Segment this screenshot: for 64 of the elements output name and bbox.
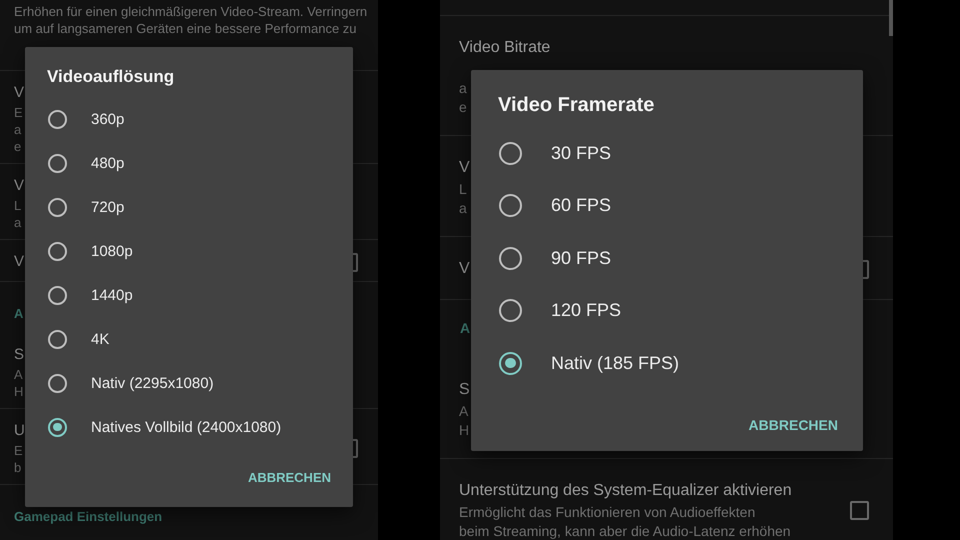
radio-option[interactable]: Natives Vollbild (2400x1080) bbox=[25, 405, 353, 449]
setting-description: Ermöglicht das Funktionieren von Audioeffekten bbox=[459, 503, 756, 522]
setting-description: H bbox=[459, 421, 470, 440]
radio-option[interactable]: Nativ (185 FPS) bbox=[471, 337, 863, 390]
setting-title: V bbox=[459, 259, 470, 279]
section-header: Gamepad Einstellungen bbox=[14, 509, 162, 524]
setting-description: b bbox=[14, 459, 22, 476]
radio-button[interactable] bbox=[499, 142, 522, 165]
setting-description: beim Streaming, kann aber die Audio-Latenz erhöhen bbox=[459, 522, 791, 540]
radio-option[interactable]: 4K bbox=[25, 317, 353, 361]
cancel-button[interactable]: ABBRECHEN bbox=[240, 462, 339, 493]
setting-title: U bbox=[14, 421, 25, 441]
radio-button[interactable] bbox=[499, 246, 522, 270]
dialog-title: Video Framerate bbox=[497, 93, 656, 118]
setting-title: V bbox=[14, 176, 24, 196]
cancel-button[interactable]: ABBRECHEN bbox=[740, 409, 846, 441]
setting-description: a bbox=[14, 121, 22, 138]
radio-option[interactable]: Nativ (2295x1080) bbox=[25, 361, 353, 405]
setting-title: V bbox=[14, 252, 24, 272]
radio-option[interactable]: 480p bbox=[25, 141, 353, 185]
setting-description: a bbox=[14, 214, 22, 231]
radio-option[interactable]: 1440p bbox=[25, 273, 353, 317]
setting-description: E bbox=[14, 104, 23, 121]
setting-title: Video Bitrate bbox=[459, 38, 550, 58]
setting-description: A bbox=[14, 366, 23, 383]
scrollbar bbox=[889, 0, 893, 36]
setting-description: H bbox=[14, 383, 24, 400]
radio-option[interactable]: 720p bbox=[25, 185, 353, 229]
setting-description: L bbox=[459, 180, 467, 199]
radio-button[interactable] bbox=[48, 330, 67, 348]
setting-title: V bbox=[459, 158, 470, 178]
radio-button[interactable] bbox=[48, 418, 67, 436]
radio-option[interactable]: 30 FPS bbox=[471, 127, 863, 180]
setting-title: S bbox=[459, 380, 470, 400]
radio-option[interactable]: 360p bbox=[25, 97, 353, 141]
setting-description: a bbox=[459, 79, 467, 98]
setting-description: E bbox=[14, 442, 23, 459]
radio-button[interactable] bbox=[499, 194, 522, 218]
radio-button[interactable] bbox=[48, 154, 67, 172]
radio-button[interactable] bbox=[48, 198, 67, 216]
setting-description: um auf langsameren Geräten eine bessere Performance zu bbox=[14, 20, 357, 37]
radio-option[interactable]: 60 FPS bbox=[471, 180, 863, 232]
radio-button[interactable] bbox=[48, 110, 67, 128]
setting-description: A bbox=[459, 402, 468, 421]
setting-title: S bbox=[14, 345, 24, 365]
radio-option[interactable]: 90 FPS bbox=[471, 232, 863, 284]
radio-button[interactable] bbox=[499, 299, 522, 322]
setting-description: e bbox=[14, 138, 22, 155]
radio-button[interactable] bbox=[48, 286, 67, 304]
radio-button[interactable] bbox=[499, 352, 522, 375]
radio-button[interactable] bbox=[48, 242, 67, 260]
checkbox[interactable] bbox=[850, 500, 869, 520]
setting-description: Erhöhen für einen gleichmäßigeren Video-Stream. Verringern bbox=[14, 3, 368, 20]
setting-description: a bbox=[459, 199, 467, 218]
setting-description: e bbox=[459, 98, 467, 117]
radio-option[interactable]: 120 FPS bbox=[471, 284, 863, 337]
setting-title: Unterstützung des System-Equalizer aktivieren bbox=[459, 481, 792, 501]
section-header: A bbox=[14, 306, 24, 321]
setting-title: V bbox=[14, 83, 24, 103]
radio-button[interactable] bbox=[48, 374, 67, 392]
section-header: A bbox=[460, 320, 470, 336]
setting-description: L bbox=[14, 197, 22, 214]
radio-option[interactable]: 1080p bbox=[25, 229, 353, 273]
dialog-title: Videoauflösung bbox=[46, 66, 176, 88]
